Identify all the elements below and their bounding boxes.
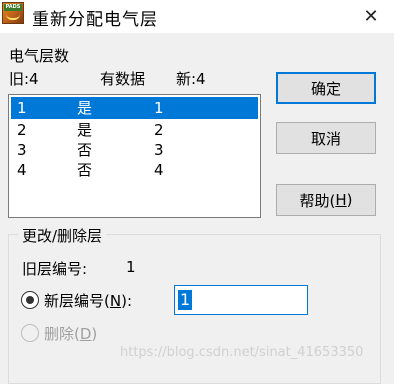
layer-has-data: 否 — [77, 161, 93, 179]
new-layer-radio-label[interactable]: 新层编号(N): — [44, 290, 132, 311]
layer-has-data: 是 — [77, 121, 93, 139]
layer-listbox[interactable]: 1 是 1 2 是 2 3 否 3 4 否 4 — [8, 94, 261, 218]
layer-count-label: 电气层数 — [9, 47, 70, 65]
layer-number: 4 — [17, 161, 27, 179]
layer-new-number: 1 — [154, 99, 164, 117]
layer-row[interactable]: 2 是 2 — [11, 119, 258, 141]
layer-has-data: 是 — [77, 99, 93, 117]
layer-new-number: 3 — [154, 141, 164, 159]
close-icon: ✕ — [363, 6, 379, 27]
new-layer-label-end: ): — [121, 292, 132, 310]
radio-selected-dot — [26, 296, 34, 304]
new-layer-number-input[interactable]: 1 — [174, 285, 308, 315]
ok-button[interactable]: 确定 — [276, 72, 376, 104]
delete-label-text: 删除( — [44, 325, 80, 343]
layer-row[interactable]: 3 否 3 — [11, 139, 258, 161]
layer-number: 3 — [17, 141, 27, 159]
app-icon-wave — [6, 14, 20, 20]
layer-number: 1 — [17, 99, 27, 117]
cancel-button[interactable]: 取消 — [276, 122, 376, 154]
window-title: 重新分配电气层 — [32, 10, 158, 30]
layer-new-number: 4 — [154, 161, 164, 179]
old-count-label: 旧:4 — [9, 70, 39, 88]
new-layer-accelerator-key: N — [109, 292, 122, 310]
new-layer-label-text: 新层编号( — [44, 292, 110, 310]
layer-has-data: 否 — [77, 141, 93, 159]
help-accelerator-key: H — [335, 191, 347, 209]
layer-row[interactable]: 1 是 1 — [11, 97, 258, 119]
app-icon-badge: PADS — [4, 4, 22, 11]
watermark-text: https://blog.csdn.net/sinat_41653350 — [120, 345, 364, 360]
layer-row[interactable]: 4 否 4 — [11, 159, 258, 181]
help-button[interactable]: 帮助(H) — [276, 184, 376, 216]
old-layer-number-label: 旧层编号: — [22, 260, 88, 278]
delete-label-end: ) — [91, 325, 98, 343]
help-button-label-end: ) — [346, 191, 353, 209]
delete-accelerator-key: D — [79, 325, 92, 343]
title-bar: PADS 重新分配电气层 ✕ — [0, 0, 394, 33]
help-button-label: 帮助( — [299, 191, 336, 210]
old-layer-number-value: 1 — [126, 258, 136, 276]
close-button[interactable]: ✕ — [348, 0, 394, 33]
new-layer-number-value: 1 — [178, 290, 193, 310]
layer-new-number: 2 — [154, 121, 164, 139]
delete-layer-radio[interactable] — [21, 324, 39, 342]
new-count-label: 新:4 — [176, 70, 206, 88]
layer-number: 2 — [17, 121, 27, 139]
pads-app-icon: PADS — [2, 2, 24, 24]
new-layer-radio[interactable] — [21, 291, 39, 309]
modify-layer-group-title: 更改/删除层 — [18, 225, 107, 246]
has-data-header: 有数据 — [100, 70, 146, 88]
delete-layer-radio-label[interactable]: 删除(D) — [44, 323, 97, 344]
